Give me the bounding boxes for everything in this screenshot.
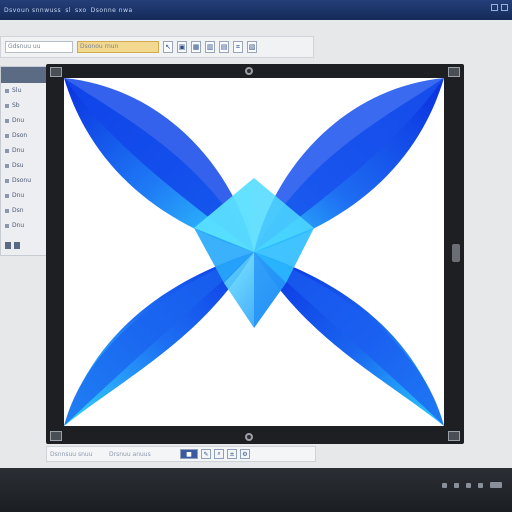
status-row: Dsnnsuu snuu Drsnuu anuus ■ ✎ ⌕ ± ⚙ (46, 446, 316, 462)
system-tray (442, 482, 502, 488)
menu-item-2[interactable]: sl (65, 7, 71, 14)
side-item[interactable]: Dnu (1, 143, 47, 158)
frame-corner-handle[interactable] (50, 67, 62, 77)
clock-icon[interactable] (490, 482, 502, 488)
image-icon[interactable]: ▣ (177, 41, 187, 53)
chart-icon[interactable]: ▥ (205, 41, 215, 53)
tray-icon[interactable] (454, 482, 459, 488)
toolbar-highlighted-field[interactable]: Dsonou rnun (77, 41, 159, 53)
menu-item-4[interactable]: Dsonne nwa (91, 7, 133, 14)
status-text: Dsnnsuu snuu (50, 450, 93, 458)
resize-handle-bottom[interactable] (245, 433, 253, 441)
cursor-icon[interactable]: ↖ (163, 41, 173, 53)
bullet-icon (5, 88, 9, 93)
marker-icon[interactable]: ✎ (201, 449, 211, 459)
side-panel-header (1, 67, 47, 83)
grid-icon[interactable]: ▦ (191, 41, 201, 53)
side-item-label: Slu (12, 87, 22, 94)
side-item[interactable]: Dnu (1, 218, 47, 233)
close-button[interactable] (501, 4, 508, 11)
side-item[interactable]: Dson (1, 128, 47, 143)
tray-icon[interactable] (442, 482, 447, 488)
side-item[interactable]: Dnu (1, 188, 47, 203)
export-icon[interactable]: ▧ (247, 41, 257, 53)
side-item-label: Dsu (12, 162, 24, 169)
frame-corner-handle[interactable] (50, 431, 62, 441)
taskbar (0, 468, 512, 512)
side-panel: Slu Sb Dnu Dson Dnu Dsu Dsonu Dnu Dsn Dn… (0, 66, 48, 256)
bullet-icon (5, 223, 9, 228)
blue-star-artwork (64, 78, 444, 426)
settings-icon[interactable]: ⚙ (240, 449, 250, 459)
menu-item-1[interactable]: Dsvoun snnwuss (4, 7, 61, 14)
bullet-icon (5, 163, 9, 168)
status-text: Drsnuu anuus (109, 450, 151, 458)
side-item[interactable]: Dsn (1, 203, 47, 218)
side-item[interactable]: Slu (1, 83, 47, 98)
tray-icon[interactable] (466, 482, 471, 488)
side-panel-footer (5, 242, 20, 249)
crop-icon[interactable]: ⌗ (233, 41, 243, 53)
side-item[interactable]: Dsu (1, 158, 47, 173)
bullet-icon (5, 178, 9, 183)
side-item[interactable]: Dnu (1, 113, 47, 128)
frame-corner-handle[interactable] (448, 431, 460, 441)
bullet-icon (5, 208, 9, 213)
menu-item-3[interactable]: sxo (75, 7, 87, 14)
side-item-label: Dnu (12, 117, 25, 124)
frame-corner-handle[interactable] (448, 67, 460, 77)
panel-toggle-icon[interactable] (5, 242, 11, 249)
title-bar: Dsvoun snnwuss sl sxo Dsonne nwa (0, 0, 512, 20)
bullet-icon (5, 193, 9, 198)
canvas-frame (46, 64, 464, 444)
side-item-label: Dnu (12, 147, 25, 154)
side-item-label: Dnu (12, 192, 25, 199)
bullet-icon (5, 133, 9, 138)
bullet-icon (5, 118, 9, 123)
toolbar-field[interactable]: Gdsnuu uu (5, 41, 73, 53)
minimize-button[interactable] (491, 4, 498, 11)
window-controls (491, 4, 508, 11)
toolbar: Gdsnuu uu Dsonou rnun ↖ ▣ ▦ ▥ ▤ ⌗ ▧ (0, 36, 314, 58)
side-item[interactable]: Sb (1, 98, 47, 113)
side-item-label: Dson (12, 132, 28, 139)
page-icon[interactable]: ■ (180, 449, 198, 459)
bullet-icon (5, 148, 9, 153)
image-canvas[interactable] (64, 78, 444, 426)
search-icon[interactable]: ⌕ (214, 449, 224, 459)
resize-handle-top[interactable] (245, 67, 253, 75)
side-item-label: Sb (12, 102, 20, 109)
layers-icon[interactable]: ▤ (219, 41, 229, 53)
scrollbar-thumb[interactable] (452, 244, 460, 262)
side-item[interactable]: Dsonu (1, 173, 47, 188)
side-item-label: Dsn (12, 207, 24, 214)
side-item-label: Dnu (12, 222, 25, 229)
tray-icon[interactable] (478, 482, 483, 488)
side-item-label: Dsonu (12, 177, 32, 184)
panel-toggle-icon[interactable] (14, 242, 20, 249)
zoom-icon[interactable]: ± (227, 449, 237, 459)
bullet-icon (5, 103, 9, 108)
